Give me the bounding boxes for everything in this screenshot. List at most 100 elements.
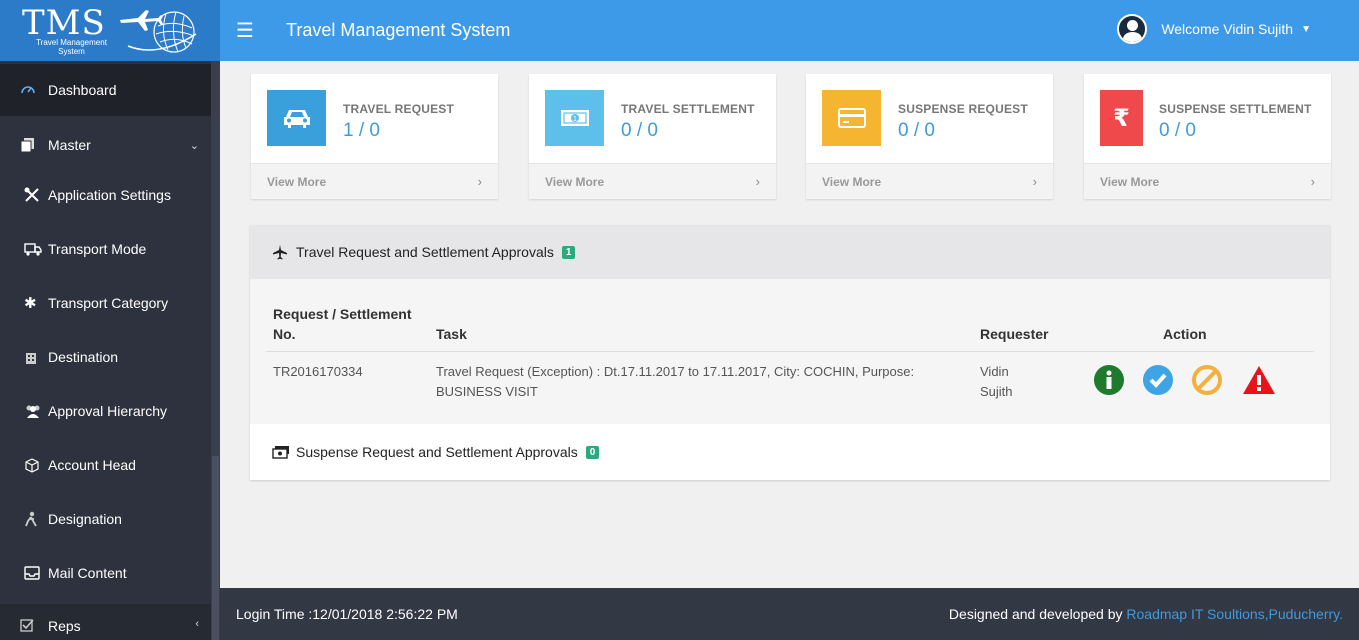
sidebar-item-application-settings[interactable]: Application Settings — [0, 169, 211, 221]
snowflake-icon: ✱ — [24, 295, 37, 312]
column-header-request: Request / Settlement No. — [273, 306, 412, 342]
card-value: 0 / 0 — [898, 120, 935, 141]
approvals-table: Request / Settlement No. Task Requester A… — [250, 279, 1330, 424]
sidebar-item-master[interactable]: Master ⌄ — [0, 119, 211, 171]
task-description: Travel Request (Exception) : Dt.17.11.20… — [436, 364, 915, 399]
sidebar-item-label: Master — [48, 137, 91, 153]
sidebar-item-transport-mode[interactable]: Transport Mode — [0, 223, 211, 275]
card-title: TRAVEL SETTLEMENT — [621, 102, 755, 116]
person-icon — [24, 511, 48, 527]
chevron-down-icon: ⌄ — [189, 139, 199, 152]
user-menu[interactable]: Welcome Vidin Sujith ▼ — [1117, 14, 1311, 44]
dashboard-icon — [20, 82, 48, 98]
page-title: Travel Management System — [286, 20, 511, 40]
sidebar-item-reps[interactable]: Reps ‹ — [0, 604, 211, 640]
info-icon[interactable] — [1093, 364, 1125, 396]
request-number: TR2016170334 — [273, 364, 363, 379]
globe-plane-icon — [120, 10, 197, 53]
sidebar-scrollbar[interactable] — [211, 61, 220, 640]
car-icon — [267, 90, 326, 146]
sidebar-item-label: Account Head — [48, 457, 136, 473]
chevron-right-icon: › — [755, 174, 760, 189]
welcome-text: Welcome Vidin Sujith — [1161, 21, 1294, 37]
money-stack-icon — [272, 446, 289, 459]
company-link[interactable]: Roadmap IT Soultions,Puducherry. — [1126, 606, 1343, 622]
view-more-link[interactable]: View More › — [251, 163, 498, 199]
credit-card-icon — [822, 90, 881, 146]
panel-title: Suspense Request and Settlement Approval… — [296, 444, 578, 460]
rupee-icon: ₹ — [1100, 90, 1143, 146]
count-badge: 0 — [585, 445, 600, 459]
card-suspense-request: SUSPENSE REQUEST 0 / 0 View More › — [806, 74, 1053, 199]
chevron-left-icon: ‹ — [195, 618, 199, 630]
card-title: SUSPENSE SETTLEMENT — [1159, 102, 1312, 116]
view-more-link[interactable]: View More › — [1084, 163, 1331, 199]
chevron-right-icon: › — [477, 174, 482, 189]
credits: Designed and developed by Roadmap IT Sou… — [948, 606, 1343, 622]
top-navbar: ☰ Travel Management System Welcome Vidin… — [220, 0, 1359, 61]
sidebar-item-label: Dashboard — [48, 82, 117, 98]
building-icon — [24, 349, 48, 365]
sidebar-item-label: Application Settings — [48, 187, 171, 203]
approve-check-icon[interactable] — [1142, 364, 1174, 396]
logo[interactable]: TMS Travel Management System — [0, 0, 220, 61]
chevron-right-icon: › — [1032, 174, 1037, 189]
inbox-icon — [24, 566, 48, 580]
column-header-task: Task — [436, 326, 467, 342]
avatar — [1117, 14, 1148, 44]
footer: Login Time :12/01/2018 2:56:22 PM Design… — [220, 588, 1359, 640]
check-square-icon — [20, 618, 48, 632]
view-more-link[interactable]: View More › — [529, 163, 776, 199]
caret-down-icon: ▼ — [1301, 23, 1311, 35]
sidebar-item-designation[interactable]: Designation — [0, 493, 211, 545]
sidebar-item-label: Transport Mode — [48, 241, 147, 257]
logo-title: TMS — [22, 3, 106, 43]
approvals-panel: Travel Request and Settlement Approvals … — [250, 225, 1330, 480]
card-value: 0 / 0 — [621, 120, 658, 141]
card-value: 1 / 0 — [343, 120, 380, 141]
cube-icon — [24, 457, 48, 473]
login-time: Login Time :12/01/2018 2:56:22 PM — [236, 606, 458, 622]
sidebar-item-label: Transport Category — [48, 295, 169, 311]
card-suspense-settlement: ₹ SUSPENSE SETTLEMENT 0 / 0 View More › — [1084, 74, 1331, 199]
truck-icon — [24, 242, 48, 256]
card-value: 0 / 0 — [1159, 120, 1196, 141]
panel-title: Travel Request and Settlement Approvals — [296, 244, 554, 260]
users-icon — [24, 404, 48, 418]
sidebar-item-label: Destination — [48, 349, 119, 365]
column-header-action: Action — [1163, 326, 1207, 342]
sidebar-item-dashboard[interactable]: Dashboard — [0, 64, 211, 116]
sidebar-item-label: Designation — [48, 511, 122, 527]
travel-approvals-header[interactable]: Travel Request and Settlement Approvals … — [250, 225, 1330, 279]
sidebar-item-mail-content[interactable]: Mail Content — [0, 547, 211, 599]
sidebar-item-approval-hierarchy[interactable]: Approval Hierarchy — [0, 385, 211, 437]
sidebar-item-label: Mail Content — [48, 565, 127, 581]
requester-name: Vidin Sujith — [980, 364, 1013, 399]
logo-subtitle: Travel Management System — [36, 38, 107, 56]
sidebar-item-label: Approval Hierarchy — [48, 403, 168, 419]
sidebar-item-destination[interactable]: Destination — [0, 331, 211, 383]
sidebar-item-label: Reps — [48, 618, 81, 634]
card-travel-settlement: 1 TRAVEL SETTLEMENT 0 / 0 View More › — [529, 74, 776, 199]
chevron-right-icon: › — [1310, 174, 1315, 189]
card-title: SUSPENSE REQUEST — [898, 102, 1028, 116]
column-header-requester: Requester — [980, 326, 1049, 342]
tools-icon — [24, 187, 48, 203]
reject-ban-icon[interactable] — [1191, 364, 1223, 396]
warning-icon[interactable] — [1240, 364, 1278, 396]
money-icon: 1 — [545, 90, 604, 146]
suspense-approvals-header[interactable]: Suspense Request and Settlement Approval… — [250, 424, 1330, 480]
view-more-link[interactable]: View More › — [806, 163, 1053, 199]
svg-text:1: 1 — [572, 115, 576, 123]
sidebar: TMS Travel Management System Dashboard Ma… — [0, 0, 220, 640]
sidebar-item-transport-category[interactable]: ✱ Transport Category — [0, 277, 211, 329]
sidebar-item-account-head[interactable]: Account Head — [0, 439, 211, 491]
divider — [266, 351, 1314, 352]
scrollbar-thumb[interactable] — [212, 456, 219, 640]
count-badge: 1 — [561, 245, 576, 259]
plane-icon — [273, 245, 287, 260]
card-travel-request: TRAVEL REQUEST 1 / 0 View More › — [251, 74, 498, 199]
copy-icon — [20, 137, 48, 153]
card-title: TRAVEL REQUEST — [343, 102, 455, 116]
hamburger-menu-icon[interactable]: ☰ — [236, 18, 256, 43]
